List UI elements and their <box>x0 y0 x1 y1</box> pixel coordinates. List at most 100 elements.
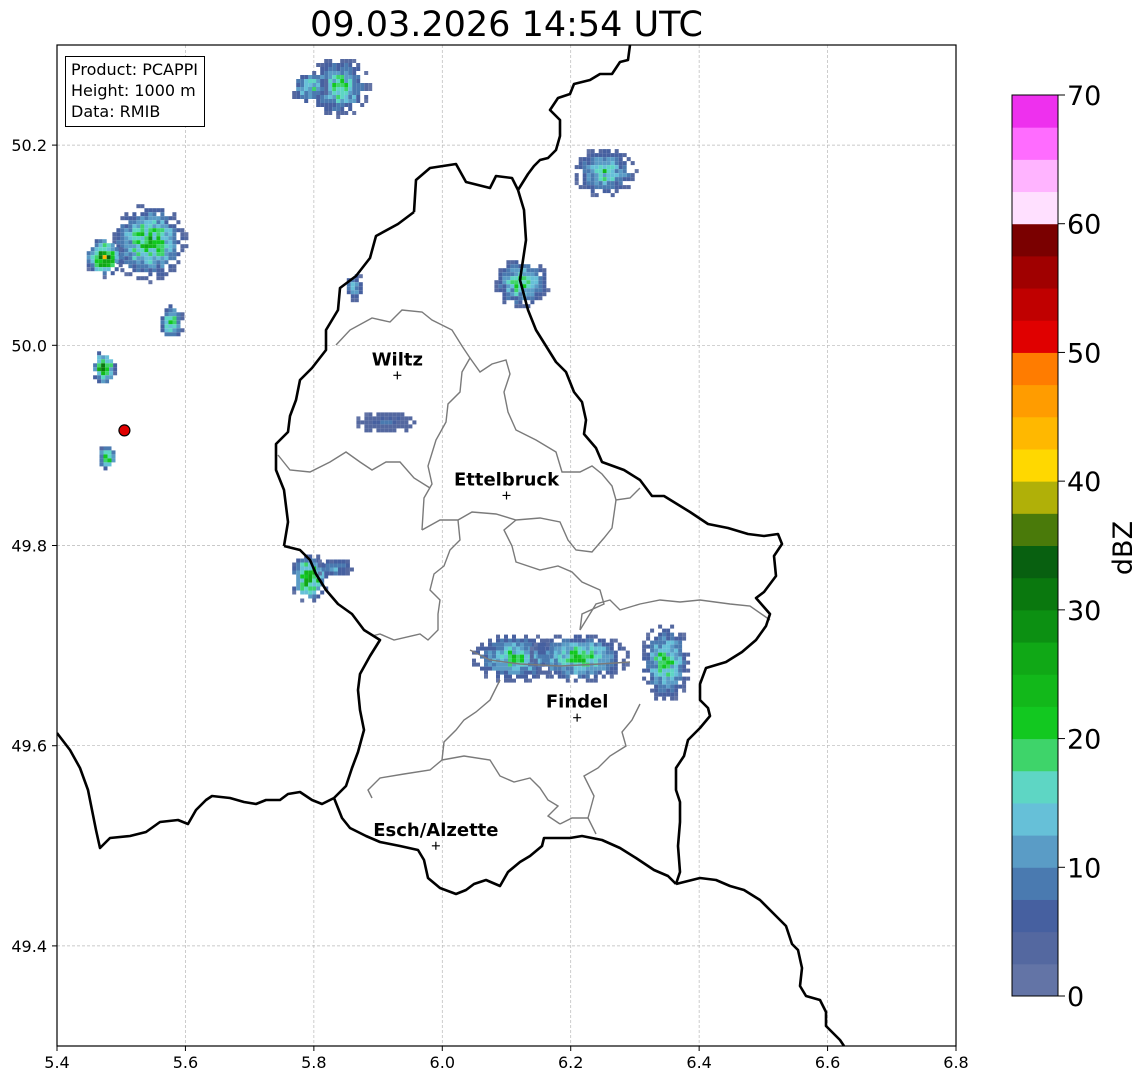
echo-pixel <box>534 268 539 273</box>
echo-pixel <box>120 228 125 233</box>
echo-pixel <box>621 646 626 651</box>
echo-pixel <box>581 654 586 659</box>
echo-pixel <box>99 458 104 463</box>
echo-pixel <box>594 185 599 190</box>
echo-pixel <box>329 559 334 564</box>
echo-pixel <box>492 642 496 647</box>
echo-pixel <box>304 95 309 99</box>
x-tick-label: 5.8 <box>301 1053 326 1072</box>
echo-pixel <box>565 658 570 663</box>
echo-pixel <box>136 264 141 269</box>
echo-pixel <box>594 157 599 162</box>
echo-pixel <box>148 228 153 233</box>
echo-pixel <box>662 684 667 689</box>
echo-pixel <box>94 267 99 272</box>
echo-pixel <box>404 424 409 429</box>
echo-pixel <box>613 650 618 655</box>
echo-pixel <box>99 454 104 459</box>
echo-pixel <box>93 367 98 372</box>
echo-pixel <box>666 640 671 645</box>
echo-pixel <box>590 173 595 178</box>
echo-pixel <box>520 642 524 647</box>
echo-pixel <box>168 332 173 337</box>
echo-pixel <box>537 646 542 651</box>
echo-pixel <box>658 660 663 665</box>
echo-pixel <box>598 165 603 170</box>
echo-pixel <box>336 67 341 71</box>
echo-pixel <box>308 582 313 587</box>
echo-pixel <box>601 654 606 659</box>
echo-pixel <box>148 220 153 225</box>
echo-pixel <box>674 664 679 669</box>
echo-pixel <box>536 674 540 679</box>
echo-pixel <box>654 636 659 641</box>
echo-pixel <box>344 71 349 75</box>
echo-pixel <box>340 63 345 67</box>
echo-pixel <box>541 650 546 655</box>
echo-pixel <box>524 642 528 647</box>
echo-pixel <box>148 232 153 237</box>
echo-pixel <box>148 272 153 277</box>
echo-pixel <box>565 666 570 671</box>
echo-pixel <box>625 654 630 659</box>
echo-pixel <box>666 656 671 661</box>
map-plot-background <box>57 45 956 1046</box>
echo-pixel <box>658 648 663 653</box>
echo-pixel <box>510 284 515 289</box>
echo-pixel <box>94 255 99 260</box>
x-tick-label: 5.4 <box>44 1053 69 1072</box>
echo-pixel <box>114 259 119 264</box>
echo-pixel <box>325 559 330 564</box>
echo-pixel <box>553 650 558 655</box>
echo-pixel <box>658 680 663 685</box>
echo-pixel <box>674 676 679 681</box>
echo-pixel <box>500 670 504 675</box>
echo-pixel <box>116 236 121 241</box>
echo-pixel <box>573 678 578 683</box>
colorbar-segment <box>1012 642 1058 675</box>
echo-pixel <box>520 650 524 655</box>
echo-pixel <box>99 446 104 451</box>
echo-pixel <box>666 644 671 649</box>
echo-pixel <box>132 248 137 253</box>
echo-pixel <box>136 220 141 225</box>
echo-pixel <box>488 646 492 651</box>
echo-pixel <box>304 99 309 103</box>
echo-pixel <box>400 416 405 421</box>
echo-pixel <box>156 220 161 225</box>
echo-pixel <box>530 288 535 293</box>
colorbar-segment <box>1012 706 1058 740</box>
echo-pixel <box>101 367 106 372</box>
echo-pixel <box>111 454 116 459</box>
echo-pixel <box>160 212 165 217</box>
echo-pixel <box>176 240 181 245</box>
echo-pixel <box>136 240 141 245</box>
echo-pixel <box>156 268 161 273</box>
echo-pixel <box>557 666 562 671</box>
echo-pixel <box>522 280 527 285</box>
echo-pixel <box>152 260 157 265</box>
echo-pixel <box>300 75 305 79</box>
echo-pixel <box>136 216 141 221</box>
colorbar-segment <box>1012 963 1058 997</box>
echo-pixel <box>176 332 181 337</box>
echo-pixel <box>356 424 361 429</box>
echo-pixel <box>557 658 562 663</box>
echo-pixel <box>530 276 535 281</box>
echo-pixel <box>532 674 536 679</box>
echo-pixel <box>308 570 313 575</box>
echo-pixel <box>128 252 133 257</box>
echo-pixel <box>502 280 507 285</box>
x-tick-label: 6.8 <box>943 1053 968 1072</box>
echo-pixel <box>404 416 409 421</box>
echo-pixel <box>662 660 667 665</box>
colorbar-segment <box>1012 609 1058 643</box>
echo-pixel <box>514 296 519 301</box>
echo-pixel <box>593 646 598 651</box>
echo-pixel <box>388 424 393 429</box>
echo-pixel <box>348 91 353 95</box>
echo-pixel <box>601 638 606 643</box>
echo-pixel <box>597 666 602 671</box>
echo-pixel <box>614 157 619 162</box>
echo-pixel <box>510 268 515 273</box>
